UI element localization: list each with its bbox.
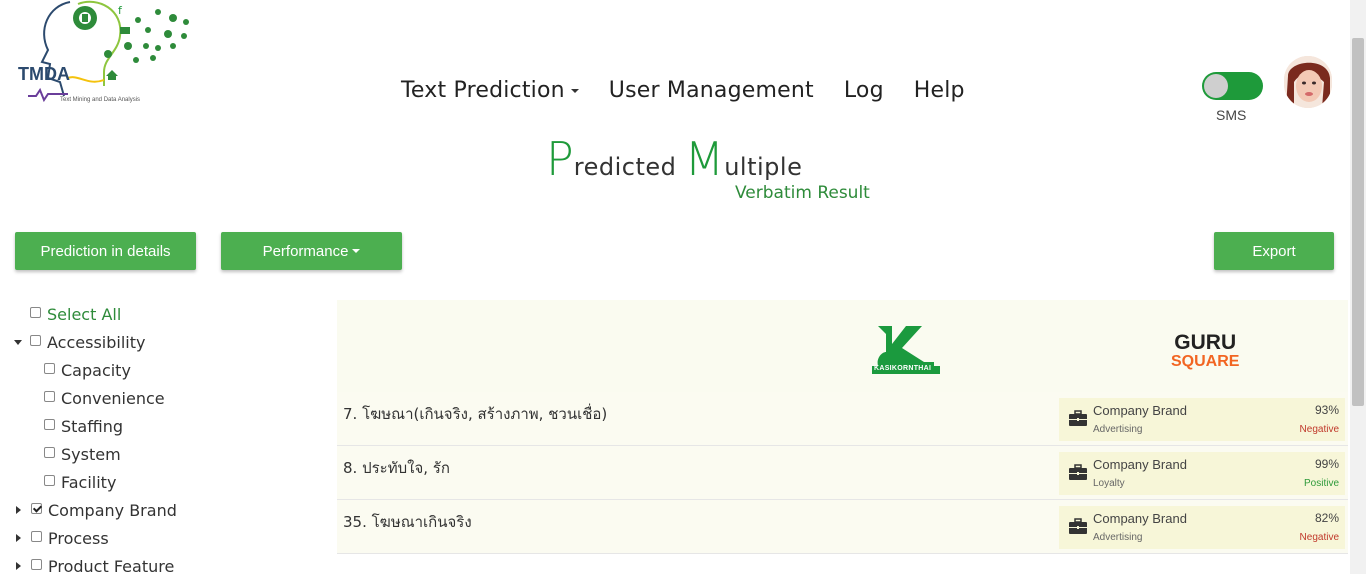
convenience-checkbox[interactable]: [44, 390, 55, 402]
prediction-in-details-button[interactable]: Prediction in details: [15, 232, 196, 270]
brain-head-icon: f: [28, 0, 189, 103]
toggle-knob: [1204, 74, 1228, 98]
title-word-2: ultiple: [724, 153, 803, 181]
result-confidence: 82%: [1314, 511, 1339, 525]
company-brand-checkbox[interactable]: [31, 502, 42, 514]
staffing-checkbox[interactable]: [44, 418, 55, 430]
briefcase-icon: [1069, 464, 1087, 480]
expand-right-icon[interactable]: [16, 562, 21, 570]
page-title: Predicted Multiple: [546, 132, 802, 186]
tree-select-all[interactable]: Select All: [10, 300, 177, 328]
capacity-label: Capacity: [61, 360, 131, 380]
process-checkbox[interactable]: [31, 530, 42, 542]
tree-item-capacity[interactable]: Capacity: [10, 356, 177, 384]
scrollbar-thumb[interactable]: [1352, 38, 1364, 406]
select-all-label: Select All: [47, 304, 122, 324]
user-avatar[interactable]: [1284, 56, 1332, 108]
nav-text-prediction[interactable]: Text Prediction: [401, 78, 579, 103]
kasikornthai-logo: KASIKORNTHAI: [872, 322, 942, 374]
product-feature-label: Product Feature: [48, 556, 175, 574]
title-letter-p: P: [546, 132, 574, 186]
capacity-checkbox[interactable]: [44, 362, 55, 374]
svg-text:f: f: [118, 4, 123, 17]
result-subcategory: Loyalty: [1093, 478, 1125, 489]
sms-toggle[interactable]: [1202, 72, 1263, 100]
page-scrollbar[interactable]: [1350, 0, 1366, 574]
facility-checkbox[interactable]: [44, 474, 55, 486]
result-category: Company Brand: [1093, 403, 1187, 418]
tree-item-system[interactable]: System: [10, 440, 177, 468]
caret-down-icon: [570, 89, 579, 93]
convenience-label: Convenience: [61, 388, 165, 408]
tree-item-company-brand[interactable]: Company Brand: [10, 496, 177, 524]
tree-item-accessibility[interactable]: Accessibility: [10, 328, 177, 356]
prediction-result: Company Brand Advertising 93% Negative: [1059, 398, 1345, 441]
tree-item-product-feature[interactable]: Product Feature: [10, 552, 177, 574]
system-label: System: [61, 444, 121, 464]
prediction-in-details-label: Prediction in details: [40, 242, 171, 260]
tree-item-staffing[interactable]: Staffing: [10, 412, 177, 440]
result-confidence: 93%: [1314, 403, 1339, 417]
export-button[interactable]: Export: [1214, 232, 1334, 270]
nav-text-prediction-label: Text Prediction: [401, 78, 565, 103]
logo-subtitle: Text Mining and Data Analysis: [60, 97, 141, 103]
prediction-result: Company Brand Advertising 82% Negative: [1059, 506, 1345, 549]
category-tree: Select All Accessibility Capacity Conven…: [10, 300, 177, 574]
tmda-logo: f TMDA Text Mining and Data Analysis: [8, 0, 208, 108]
result-sentiment: Negative: [1299, 532, 1339, 543]
accessibility-checkbox[interactable]: [30, 334, 41, 346]
logo-text: TMDA: [18, 64, 70, 84]
expand-right-icon[interactable]: [16, 534, 21, 542]
guru-text: GURU: [1174, 331, 1237, 354]
result-subcategory: Advertising: [1093, 532, 1143, 543]
row-verbatim: 7. โฆษณา(เกินจริง, สร้างภาพ, ชวนเชื่อ): [343, 405, 608, 423]
caret-down-icon: [352, 249, 361, 253]
result-subcategory: Advertising: [1093, 424, 1143, 435]
accessibility-label: Accessibility: [47, 332, 146, 352]
results-table: KASIKORNTHAI GURU SQUARE 7. โฆษณา(เกินจร…: [337, 300, 1348, 554]
page-subtitle: Verbatim Result: [735, 183, 870, 203]
nav-log[interactable]: Log: [844, 78, 884, 103]
performance-button[interactable]: Performance: [221, 232, 402, 270]
square-text: SQUARE: [1171, 353, 1240, 370]
row-verbatim: 8. ประทับใจ, รัก: [343, 459, 450, 477]
table-header: KASIKORNTHAI GURU SQUARE: [337, 300, 1348, 392]
avatar-image: [1284, 56, 1332, 108]
staffing-label: Staffing: [61, 416, 123, 436]
company-brand-label: Company Brand: [48, 500, 177, 520]
title-word-1: redicted: [573, 153, 677, 181]
kasikornthai-label: KASIKORNTHAI: [874, 365, 932, 372]
process-label: Process: [48, 528, 109, 548]
select-all-checkbox[interactable]: [30, 306, 41, 318]
row-verbatim: 35. โฆษณาเกินจริง: [343, 513, 472, 531]
prediction-result: Company Brand Loyalty 99% Positive: [1059, 452, 1345, 495]
expand-right-icon[interactable]: [16, 506, 21, 514]
main-nav: Text Prediction User Management Log Help: [401, 78, 965, 103]
result-sentiment: Positive: [1303, 478, 1339, 489]
table-row[interactable]: 7. โฆษณา(เกินจริง, สร้างภาพ, ชวนเชื่อ) C…: [337, 392, 1348, 446]
nav-help[interactable]: Help: [914, 78, 965, 103]
result-confidence: 99%: [1314, 457, 1339, 471]
result-sentiment: Negative: [1299, 424, 1339, 435]
tree-item-convenience[interactable]: Convenience: [10, 384, 177, 412]
result-category: Company Brand: [1093, 511, 1187, 526]
table-row[interactable]: 35. โฆษณาเกินจริง Company Brand Advertis…: [337, 500, 1348, 554]
briefcase-icon: [1069, 518, 1087, 534]
briefcase-icon: [1069, 410, 1087, 426]
facility-label: Facility: [61, 472, 117, 492]
tree-item-facility[interactable]: Facility: [10, 468, 177, 496]
system-checkbox[interactable]: [44, 446, 55, 458]
gurusquare-logo: GURU SQUARE: [1171, 332, 1239, 370]
nav-user-management[interactable]: User Management: [609, 78, 814, 103]
tree-item-process[interactable]: Process: [10, 524, 177, 552]
title-letter-m: M: [684, 132, 725, 186]
performance-label: Performance: [262, 242, 349, 260]
expand-down-icon[interactable]: [14, 339, 22, 345]
product-feature-checkbox[interactable]: [31, 558, 42, 570]
sms-label: SMS: [1216, 107, 1247, 123]
export-label: Export: [1252, 242, 1296, 260]
result-category: Company Brand: [1093, 457, 1187, 472]
table-row[interactable]: 8. ประทับใจ, รัก Company Brand Loyalty 9…: [337, 446, 1348, 500]
